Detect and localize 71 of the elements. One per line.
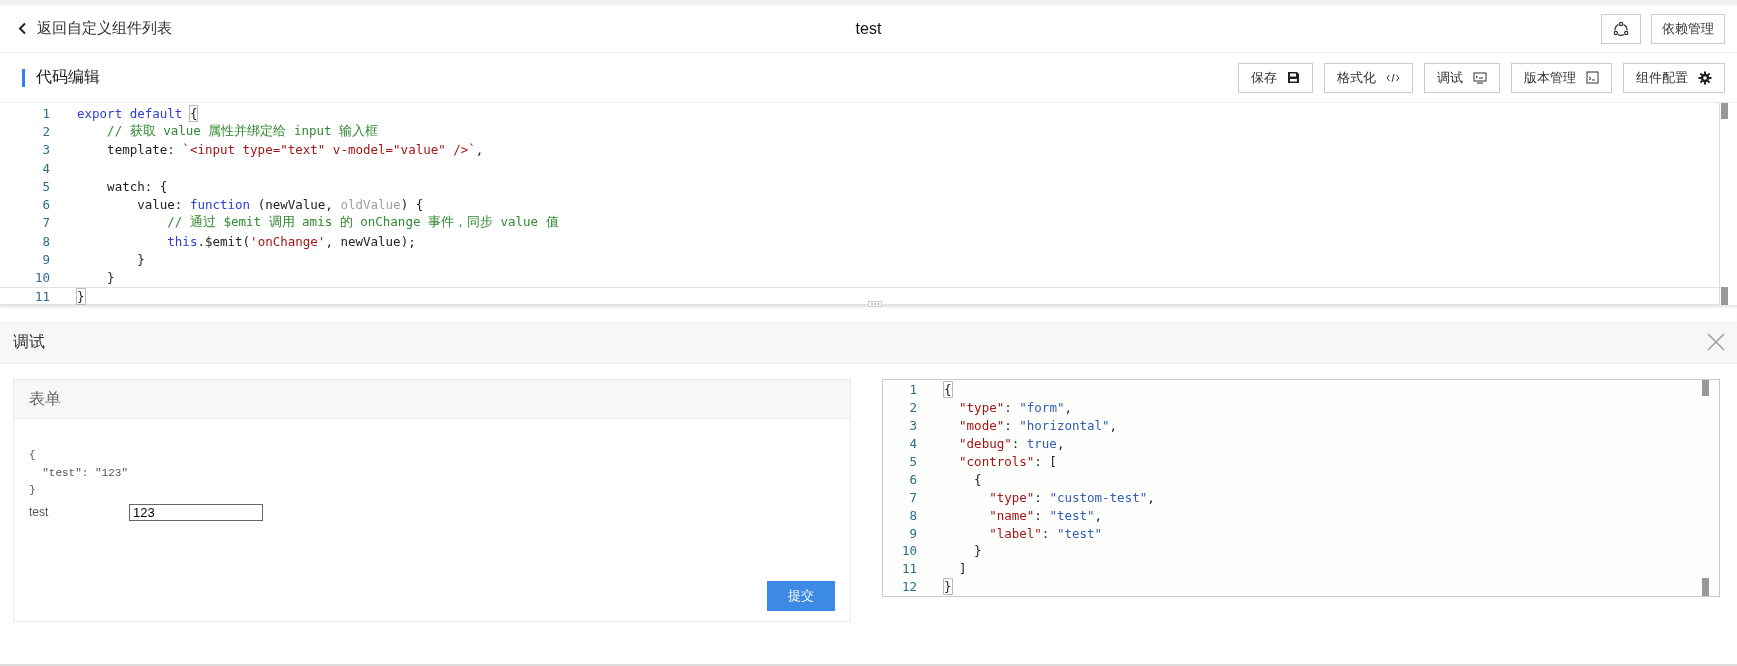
line-number: 12 <box>900 579 918 595</box>
drag-handle-icon[interactable] <box>868 301 882 307</box>
share-button[interactable] <box>1601 13 1641 44</box>
code-line: this.$emit('onChange', newValue); <box>166 233 416 249</box>
card-title: 表单 <box>29 388 61 409</box>
monitor-icon <box>1473 71 1487 84</box>
line-number: 1 <box>41 105 51 121</box>
code-line: } <box>106 270 115 286</box>
code-line: export default { <box>77 105 198 121</box>
code-line: } <box>136 252 145 267</box>
code-line: // 获取 value 属性并绑定给 input 输入框 <box>106 122 379 140</box>
input-field[interactable]: 123 <box>129 503 263 521</box>
code-line: // 通过 $emit 调用 amis 的 onChange 事件，同步 value 值 <box>166 214 559 232</box>
dependency-button[interactable]: 依赖管理 <box>1651 13 1725 44</box>
line-number: 7 <box>41 215 51 231</box>
code-line: watch: { <box>106 178 168 194</box>
line-number: 11 <box>33 288 51 304</box>
code-line: { <box>973 471 982 487</box>
line-number: 5 <box>41 178 51 194</box>
line-number: 10 <box>33 270 51 286</box>
toolbar-button[interactable]: 版本管理 <box>1511 62 1612 93</box>
debug-output: { "test": "123" } <box>29 448 130 498</box>
line-number: 8 <box>41 233 51 249</box>
line-number: 6 <box>908 471 918 487</box>
code-line: } <box>973 543 982 559</box>
terminal-icon <box>1586 71 1599 84</box>
line-number: 3 <box>908 418 918 434</box>
back-link[interactable]: 返回自定义组件列表 <box>18 19 172 38</box>
share-nodes-icon <box>1613 20 1629 37</box>
line-number: 1 <box>908 382 918 398</box>
scrollbar[interactable] <box>1701 380 1710 596</box>
line-number: 9 <box>908 525 918 541</box>
code-line: "debug": true, <box>958 436 1065 452</box>
code-line: { <box>944 382 952 398</box>
page-title: test <box>855 19 882 38</box>
code-line: } <box>77 288 85 304</box>
line-number: 8 <box>908 507 918 523</box>
toolbar-button[interactable]: 格式化 <box>1324 62 1413 93</box>
field-label: test <box>29 505 50 519</box>
code-line: value: function (newValue, oldValue) { <box>136 197 424 213</box>
line-number: 2 <box>41 123 51 139</box>
line-number: 3 <box>41 142 51 158</box>
toolbar-button[interactable]: 调试 <box>1424 62 1500 93</box>
scrollbar[interactable] <box>1719 103 1729 305</box>
line-number: 7 <box>908 489 918 505</box>
line-number: 5 <box>908 454 918 469</box>
line-number: 11 <box>900 561 918 577</box>
toolbar-button[interactable]: 组件配置 <box>1623 62 1725 93</box>
line-number: 4 <box>41 160 51 176</box>
code-line: "type": "form", <box>958 400 1072 416</box>
line-number: 4 <box>908 436 918 452</box>
line-number: 10 <box>900 543 918 559</box>
code-line: "mode": "horizontal", <box>958 418 1118 434</box>
code-icon <box>1386 72 1400 83</box>
code-line: "name": "test", <box>988 507 1103 523</box>
gear-icon <box>1698 70 1712 85</box>
line-number: 9 <box>41 252 51 267</box>
code-line: } <box>944 579 952 595</box>
close-icon[interactable] <box>1707 333 1725 351</box>
chevron-left-icon <box>18 22 27 35</box>
code-line: ] <box>958 561 967 577</box>
code-line: "label": "test" <box>988 525 1103 541</box>
submit-button[interactable]: 提交 <box>767 581 835 611</box>
section-title: 代码编辑 <box>36 67 100 87</box>
code-line: "type": "custom-test", <box>988 489 1155 505</box>
code-line: "controls": [ <box>958 454 1057 469</box>
line-number: 6 <box>41 197 51 213</box>
panel-title: 调试 <box>13 331 45 352</box>
toolbar-button[interactable]: 保存 <box>1238 62 1313 93</box>
line-number: 2 <box>908 400 918 416</box>
code-line: template: `<input type="text" v-model="value" />`, <box>106 142 484 158</box>
